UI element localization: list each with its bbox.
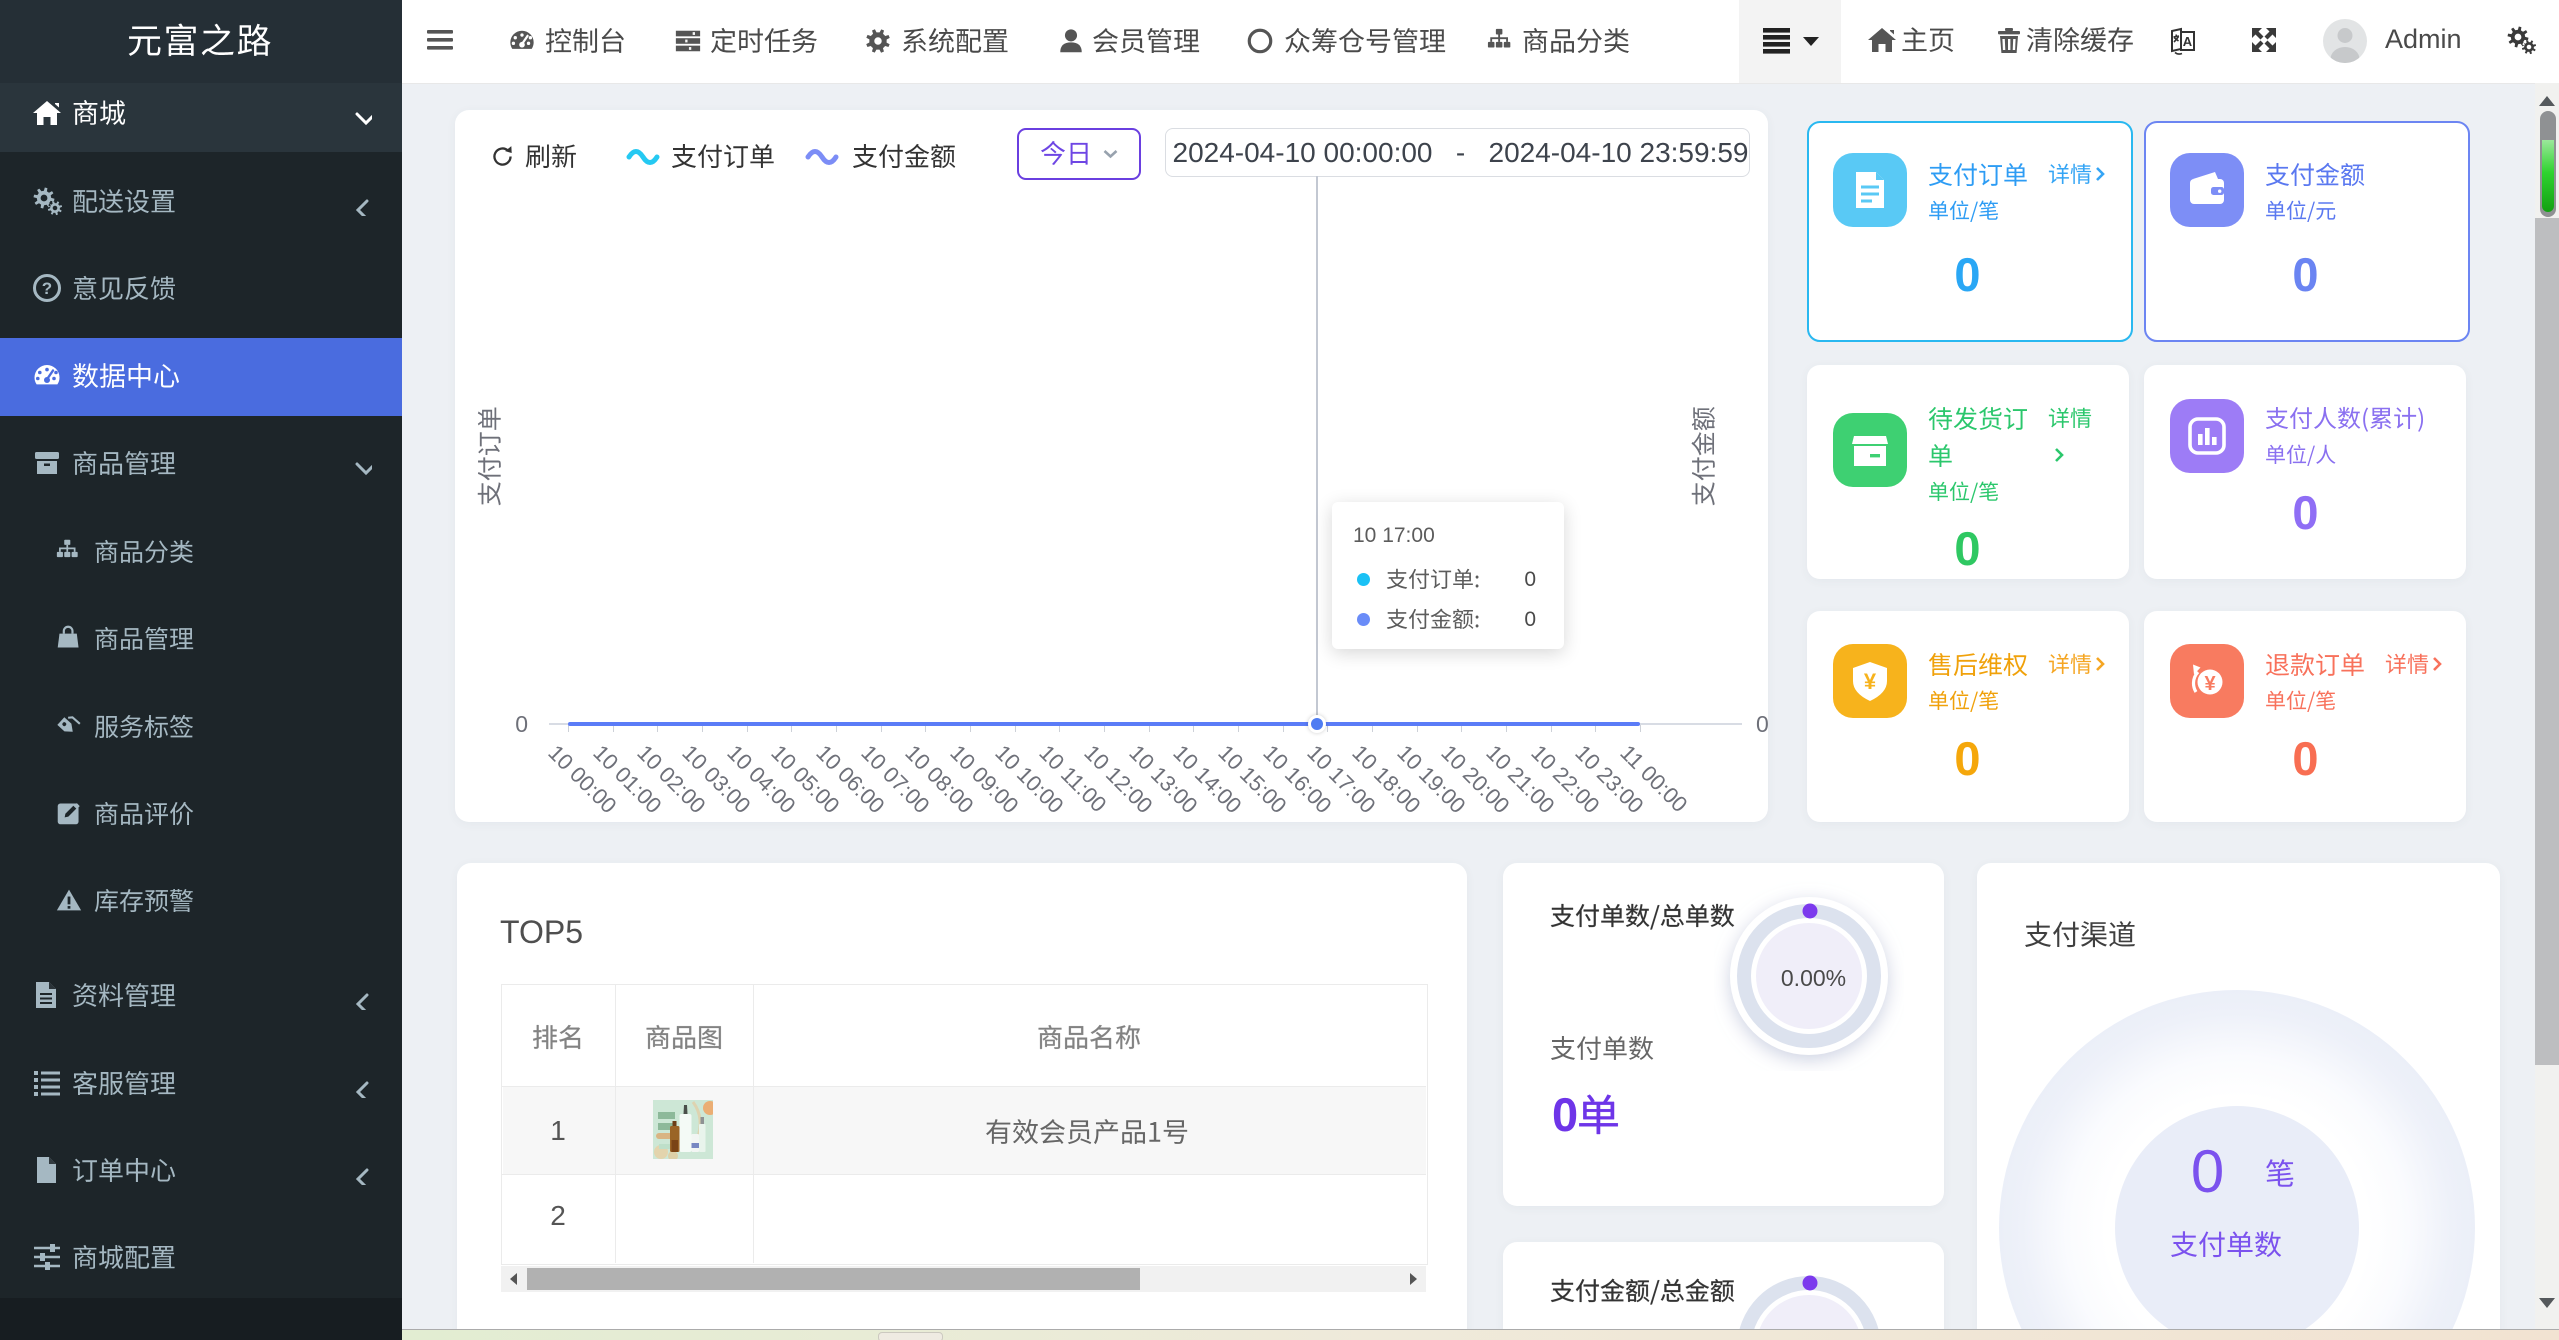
- svg-text:A: A: [2183, 34, 2193, 49]
- svg-text:¥: ¥: [2204, 673, 2216, 695]
- svg-text:?: ?: [42, 279, 52, 298]
- svg-text:¥: ¥: [1864, 669, 1877, 694]
